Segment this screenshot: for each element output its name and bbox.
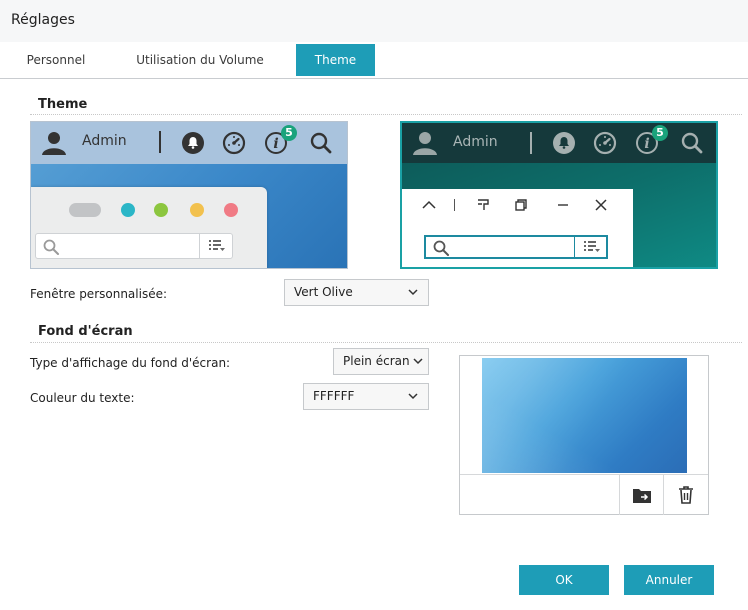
wallpaper-display-type-value: Plein écran	[343, 354, 410, 368]
wallpaper-section-divider	[30, 342, 742, 343]
preview-light-topbar: Admin i 5	[31, 122, 347, 164]
tab-personnel[interactable]: Personnel	[14, 44, 98, 76]
list-filter-icon	[209, 240, 225, 251]
toolbar-separator	[159, 131, 161, 153]
search-icon	[433, 240, 449, 256]
tab-utilisation-volume[interactable]: Utilisation du Volume	[120, 44, 280, 76]
svg-text:i: i	[644, 136, 649, 152]
chevron-up-icon	[422, 200, 436, 209]
chevron-down-icon	[413, 358, 423, 365]
theme-section-divider	[30, 114, 742, 115]
wallpaper-section-title: Fond d'écran	[38, 324, 133, 339]
list-filter-icon	[584, 241, 600, 252]
notification-badge: 5	[652, 125, 668, 141]
title-bar: Réglages	[0, 0, 748, 42]
browse-wallpaper-button[interactable]	[619, 475, 663, 515]
window-pill-control	[69, 203, 101, 217]
minimize-icon	[558, 204, 568, 206]
text-color-select[interactable]: FFFFFF	[303, 383, 429, 410]
user-icon	[42, 132, 66, 155]
preview-dark-window	[402, 189, 633, 267]
bell-icon	[553, 132, 575, 154]
close-icon	[595, 199, 607, 211]
text-color-label: Couleur du texte:	[30, 391, 135, 405]
search-icon	[681, 132, 703, 154]
window-dot-green	[154, 203, 168, 217]
theme-preview-light[interactable]: Admin i 5	[30, 121, 348, 269]
custom-window-select[interactable]: Vert Olive	[284, 279, 429, 306]
svg-text:i: i	[273, 136, 278, 152]
search-icon	[310, 132, 332, 154]
theme-section-title: Theme	[38, 97, 88, 112]
tab-bar: Personnel Utilisation du Volume Theme	[0, 42, 748, 79]
window-dot-teal	[121, 203, 135, 217]
search-icon	[43, 239, 59, 255]
preview-light-window	[31, 187, 267, 268]
tab-theme[interactable]: Theme	[296, 44, 375, 76]
window-dot-red	[224, 203, 238, 217]
preview-light-user-label: Admin	[82, 133, 127, 149]
wallpaper-toolbar	[460, 474, 708, 515]
user-icon	[413, 132, 437, 155]
dashboard-gauge-icon	[222, 131, 246, 155]
dashboard-gauge-icon	[593, 131, 617, 155]
text-color-value: FFFFFF	[313, 389, 355, 403]
cancel-button[interactable]: Annuler	[624, 565, 714, 595]
restore-window-icon	[515, 199, 527, 211]
wallpaper-display-type-label: Type d'affichage du fond d'écran:	[30, 356, 231, 370]
trash-icon	[679, 486, 693, 504]
bell-icon	[182, 132, 204, 154]
theme-preview-dark[interactable]: Admin i 5	[400, 121, 718, 269]
toolbar-separator	[530, 132, 532, 154]
chevron-down-icon	[408, 393, 418, 400]
preview-dark-user-label: Admin	[453, 134, 498, 150]
chevron-down-icon	[408, 289, 418, 296]
preview-dark-search	[424, 235, 608, 259]
window-title: Réglages	[11, 12, 75, 28]
wallpaper-preview-box	[459, 355, 709, 515]
window-control-separator	[454, 199, 455, 211]
custom-window-label: Fenêtre personnalisée:	[30, 287, 168, 301]
wallpaper-display-type-select[interactable]: Plein écran	[333, 348, 429, 375]
custom-window-value: Vert Olive	[294, 285, 353, 299]
ok-button[interactable]: OK	[519, 565, 609, 595]
window-dot-yellow	[190, 203, 204, 217]
preview-dark-topbar: Admin i 5	[402, 123, 716, 163]
preview-light-search	[35, 233, 233, 259]
pin-icon	[478, 199, 489, 210]
delete-wallpaper-button[interactable]	[663, 475, 707, 515]
search-filter-divider	[574, 237, 575, 257]
folder-open-icon	[633, 489, 651, 503]
notification-badge: 5	[281, 125, 297, 141]
wallpaper-thumbnail	[482, 358, 687, 473]
